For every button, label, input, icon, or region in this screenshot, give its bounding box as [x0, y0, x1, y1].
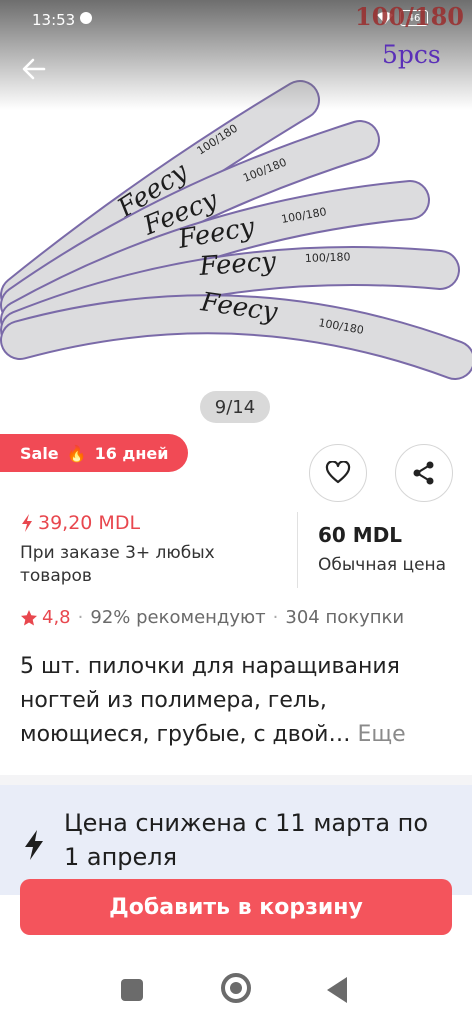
share-button[interactable] — [395, 444, 453, 502]
more-link[interactable]: Еще — [357, 722, 405, 747]
discount-price: 39,20 MDL — [38, 512, 141, 534]
promo-text: Цена снижена с 11 марта по 1 апреля — [64, 809, 429, 871]
product-title[interactable]: 5 шт. пилочки для наращивания ногтей из … — [20, 650, 450, 752]
rating-row[interactable]: 4,8 · 92% рекомендуют · 304 покупки — [20, 607, 404, 628]
heart-icon — [325, 461, 351, 484]
regular-price: 60 MDL — [318, 523, 403, 547]
regular-price-label: Обычная цена — [318, 555, 447, 575]
purchase-count: 304 покупки — [285, 607, 405, 628]
separator-dot: · — [272, 607, 279, 628]
discount-condition: При заказе 3+ любых товаров — [20, 543, 215, 586]
product-image: Feecy100/180Feecy100/180Feecy 100/180Feec… — [0, 80, 472, 380]
recommend-rate: 92% рекомендуют — [90, 607, 266, 628]
price-divider — [297, 512, 298, 588]
sale-days: 16 дней — [94, 443, 169, 463]
star-icon — [21, 609, 37, 625]
rating-score: 4,8 — [42, 607, 71, 628]
arrow-left-icon[interactable] — [20, 55, 48, 83]
section-separator — [0, 775, 472, 785]
sale-badge: Sale 🔥 16 дней — [0, 434, 188, 472]
file-brand-text: Feecy — [197, 247, 277, 282]
share-icon — [413, 461, 434, 485]
product-title-text: 5 шт. пилочки для наращивания ногтей из … — [20, 654, 400, 747]
overlay-pack-label: 5pcs — [382, 40, 441, 69]
fire-icon: 🔥 — [66, 443, 87, 463]
recent-apps-icon[interactable] — [121, 979, 143, 1001]
status-notification-icon — [80, 12, 92, 24]
favorite-button[interactable] — [309, 444, 367, 502]
lightning-icon — [22, 514, 32, 532]
separator-dot: · — [77, 607, 84, 628]
system-back-icon[interactable] — [327, 977, 347, 1003]
discount-price-block: 39,20 MDL При заказе 3+ любых товаров — [20, 512, 290, 588]
add-to-cart-button[interactable]: Добавить в корзину — [20, 879, 452, 935]
file-grit-text: 100/180 — [305, 250, 351, 265]
overlay-model-label: 100/180 — [355, 2, 464, 31]
lightning-icon — [25, 830, 43, 860]
sale-label: Sale — [20, 443, 59, 463]
status-time: 13:53 — [32, 11, 76, 29]
gallery-pager: 9/14 — [200, 391, 270, 423]
home-icon[interactable] — [221, 973, 251, 1003]
